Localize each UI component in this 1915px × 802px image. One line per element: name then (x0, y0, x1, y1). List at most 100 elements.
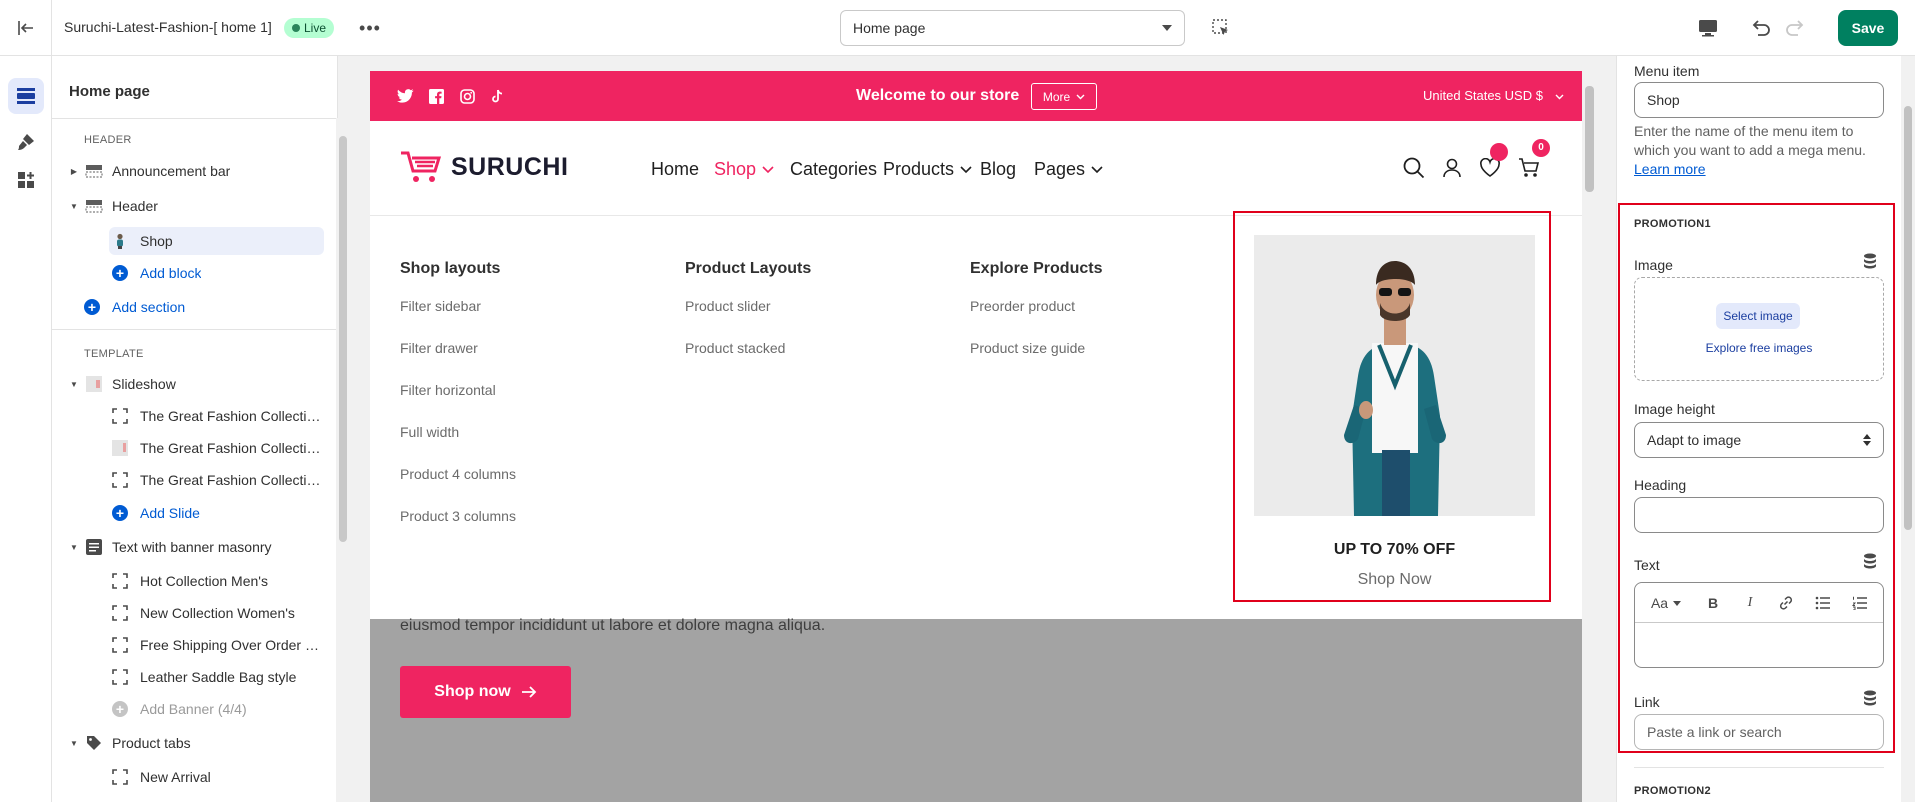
block-slide-1[interactable]: The Great Fashion Collectio... (52, 402, 337, 430)
block-slide-2[interactable]: The Great Fashion Collectio... (52, 434, 337, 462)
mega-link[interactable]: Full width (400, 424, 516, 466)
mega-column-shop-layouts: Shop layouts Filter sidebar Filter drawe… (400, 260, 516, 550)
heading-input[interactable] (1634, 497, 1884, 533)
nav-home[interactable]: Home (651, 159, 699, 180)
block-banner-2[interactable]: New Collection Women's (52, 599, 337, 627)
twitter-icon[interactable] (396, 87, 414, 105)
facebook-icon[interactable] (427, 87, 445, 105)
block-frame-icon (111, 637, 129, 653)
mega-link[interactable]: Product slider (685, 298, 811, 340)
select-arrows-icon (1863, 434, 1871, 446)
tree-label: Header (112, 198, 158, 214)
link-input[interactable]: Paste a link or search (1634, 714, 1884, 750)
section-header[interactable]: ▼ Header (52, 192, 337, 220)
add-banner-button: + Add Banner (4/4) (52, 695, 337, 723)
redo-button[interactable] (1782, 14, 1810, 42)
image-thumbnail-icon (85, 376, 103, 392)
cart-count-badge: 0 (1532, 139, 1550, 157)
mega-column-product-layouts: Product Layouts Product slider Product s… (685, 260, 811, 382)
dynamic-source-button[interactable] (1862, 253, 1878, 269)
mega-link[interactable]: Product stacked (685, 340, 811, 382)
page-selector[interactable]: Home page (840, 10, 1185, 46)
device-preview-button[interactable] (1694, 14, 1722, 42)
section-layout-icon (85, 198, 103, 214)
section-text-with-banner-masonry[interactable]: ▼ Text with banner masonry (52, 533, 337, 561)
block-banner-4[interactable]: Leather Saddle Bag style (52, 663, 337, 691)
font-style-dropdown[interactable]: Aa (1647, 593, 1685, 613)
tiktok-icon[interactable] (489, 87, 507, 105)
nav-blog[interactable]: Blog (980, 159, 1016, 180)
search-button[interactable] (1401, 155, 1427, 181)
block-frame-icon (111, 573, 129, 589)
link-button[interactable] (1776, 593, 1796, 613)
dynamic-source-button[interactable] (1862, 553, 1878, 569)
bold-button[interactable]: B (1703, 593, 1723, 613)
explore-free-images-link[interactable]: Explore free images (1634, 341, 1884, 355)
mega-column-title: Explore Products (970, 260, 1103, 277)
select-image-button[interactable]: Select image (1716, 303, 1800, 329)
dynamic-source-button[interactable] (1862, 690, 1878, 706)
account-button[interactable] (1439, 155, 1465, 181)
section-announcement-bar[interactable]: ▶ Announcement bar (52, 157, 337, 185)
cart-button[interactable] (1516, 155, 1542, 181)
inspector-button[interactable] (1208, 15, 1234, 41)
currency-selector[interactable]: United States USD $ (1423, 88, 1564, 103)
rich-text-toolbar: Aa B I (1635, 583, 1883, 623)
add-block-button[interactable]: + Add block (52, 259, 337, 287)
add-section-button[interactable]: + Add section (52, 293, 337, 321)
mega-link[interactable]: Preorder product (970, 298, 1102, 340)
cart-icon (1519, 158, 1540, 177)
learn-more-link[interactable]: Learn more (1634, 161, 1706, 177)
mega-link[interactable]: Product 3 columns (400, 508, 516, 550)
nav-shop[interactable]: Shop (714, 159, 774, 180)
redo-icon (1786, 20, 1804, 36)
promotion1-heading: PROMOTION1 (1634, 218, 1711, 230)
menu-item-input[interactable]: Shop (1634, 82, 1884, 118)
bullet-list-button[interactable] (1813, 593, 1833, 613)
block-shop[interactable]: Shop (109, 227, 324, 255)
promotion2-heading: PROMOTION2 (1634, 785, 1711, 797)
undo-button[interactable] (1746, 14, 1774, 42)
text-label: Text (1634, 557, 1660, 573)
mega-link[interactable]: Product 4 columns (400, 466, 516, 508)
block-banner-3[interactable]: Free Shipping Over Order $... (52, 631, 337, 659)
block-slide-3[interactable]: The Great Fashion Collectio... (52, 466, 337, 494)
block-banner-1[interactable]: Hot Collection Men's (52, 567, 337, 595)
section-slideshow[interactable]: ▼ Slideshow (52, 370, 337, 398)
mega-link[interactable]: Product size guide (970, 340, 1102, 382)
more-actions-button[interactable]: ••• (356, 14, 384, 42)
nav-categories[interactable]: Categories (790, 159, 877, 180)
preview-scrollbar-thumb[interactable] (1585, 86, 1594, 192)
mega-link[interactable]: Filter drawer (400, 340, 516, 382)
mega-link[interactable]: Filter horizontal (400, 382, 516, 424)
tree-label: Add block (140, 265, 202, 281)
section-product-tabs[interactable]: ▼ Product tabs (52, 729, 337, 757)
sections-tab[interactable] (8, 78, 44, 114)
rich-text-editor[interactable]: Aa B I (1634, 582, 1884, 668)
instagram-icon[interactable] (458, 87, 476, 105)
settings-scrollbar-thumb[interactable] (1904, 106, 1912, 530)
nav-pages[interactable]: Pages (1034, 159, 1103, 180)
shop-now-button[interactable]: Shop now (400, 666, 571, 718)
store-logo[interactable]: SURUCHI (399, 149, 568, 185)
divider (52, 118, 337, 119)
numbered-list-button[interactable] (1850, 593, 1870, 613)
app-embeds-tab[interactable] (8, 162, 44, 198)
announcement-bar: Welcome to our store More United States … (370, 71, 1582, 121)
chevron-down-icon (960, 165, 972, 173)
exit-button[interactable] (0, 0, 52, 56)
nav-products[interactable]: Products (883, 159, 972, 180)
theme-name: Suruchi-Latest-Fashion-[ home 1] (64, 19, 272, 35)
theme-settings-tab[interactable] (8, 124, 44, 160)
italic-button[interactable]: I (1740, 593, 1760, 613)
left-scrollbar-thumb[interactable] (339, 136, 347, 542)
save-button[interactable]: Save (1838, 10, 1898, 46)
image-height-select[interactable]: Adapt to image (1634, 422, 1884, 458)
announcement-more-button[interactable]: More (1031, 83, 1097, 110)
add-circle-icon: + (111, 701, 129, 717)
mega-link[interactable]: Filter sidebar (400, 298, 516, 340)
block-new-arrival[interactable]: New Arrival (52, 763, 337, 791)
image-label: Image (1634, 257, 1673, 273)
image-dropzone[interactable] (1634, 277, 1884, 381)
add-slide-button[interactable]: + Add Slide (52, 499, 337, 527)
